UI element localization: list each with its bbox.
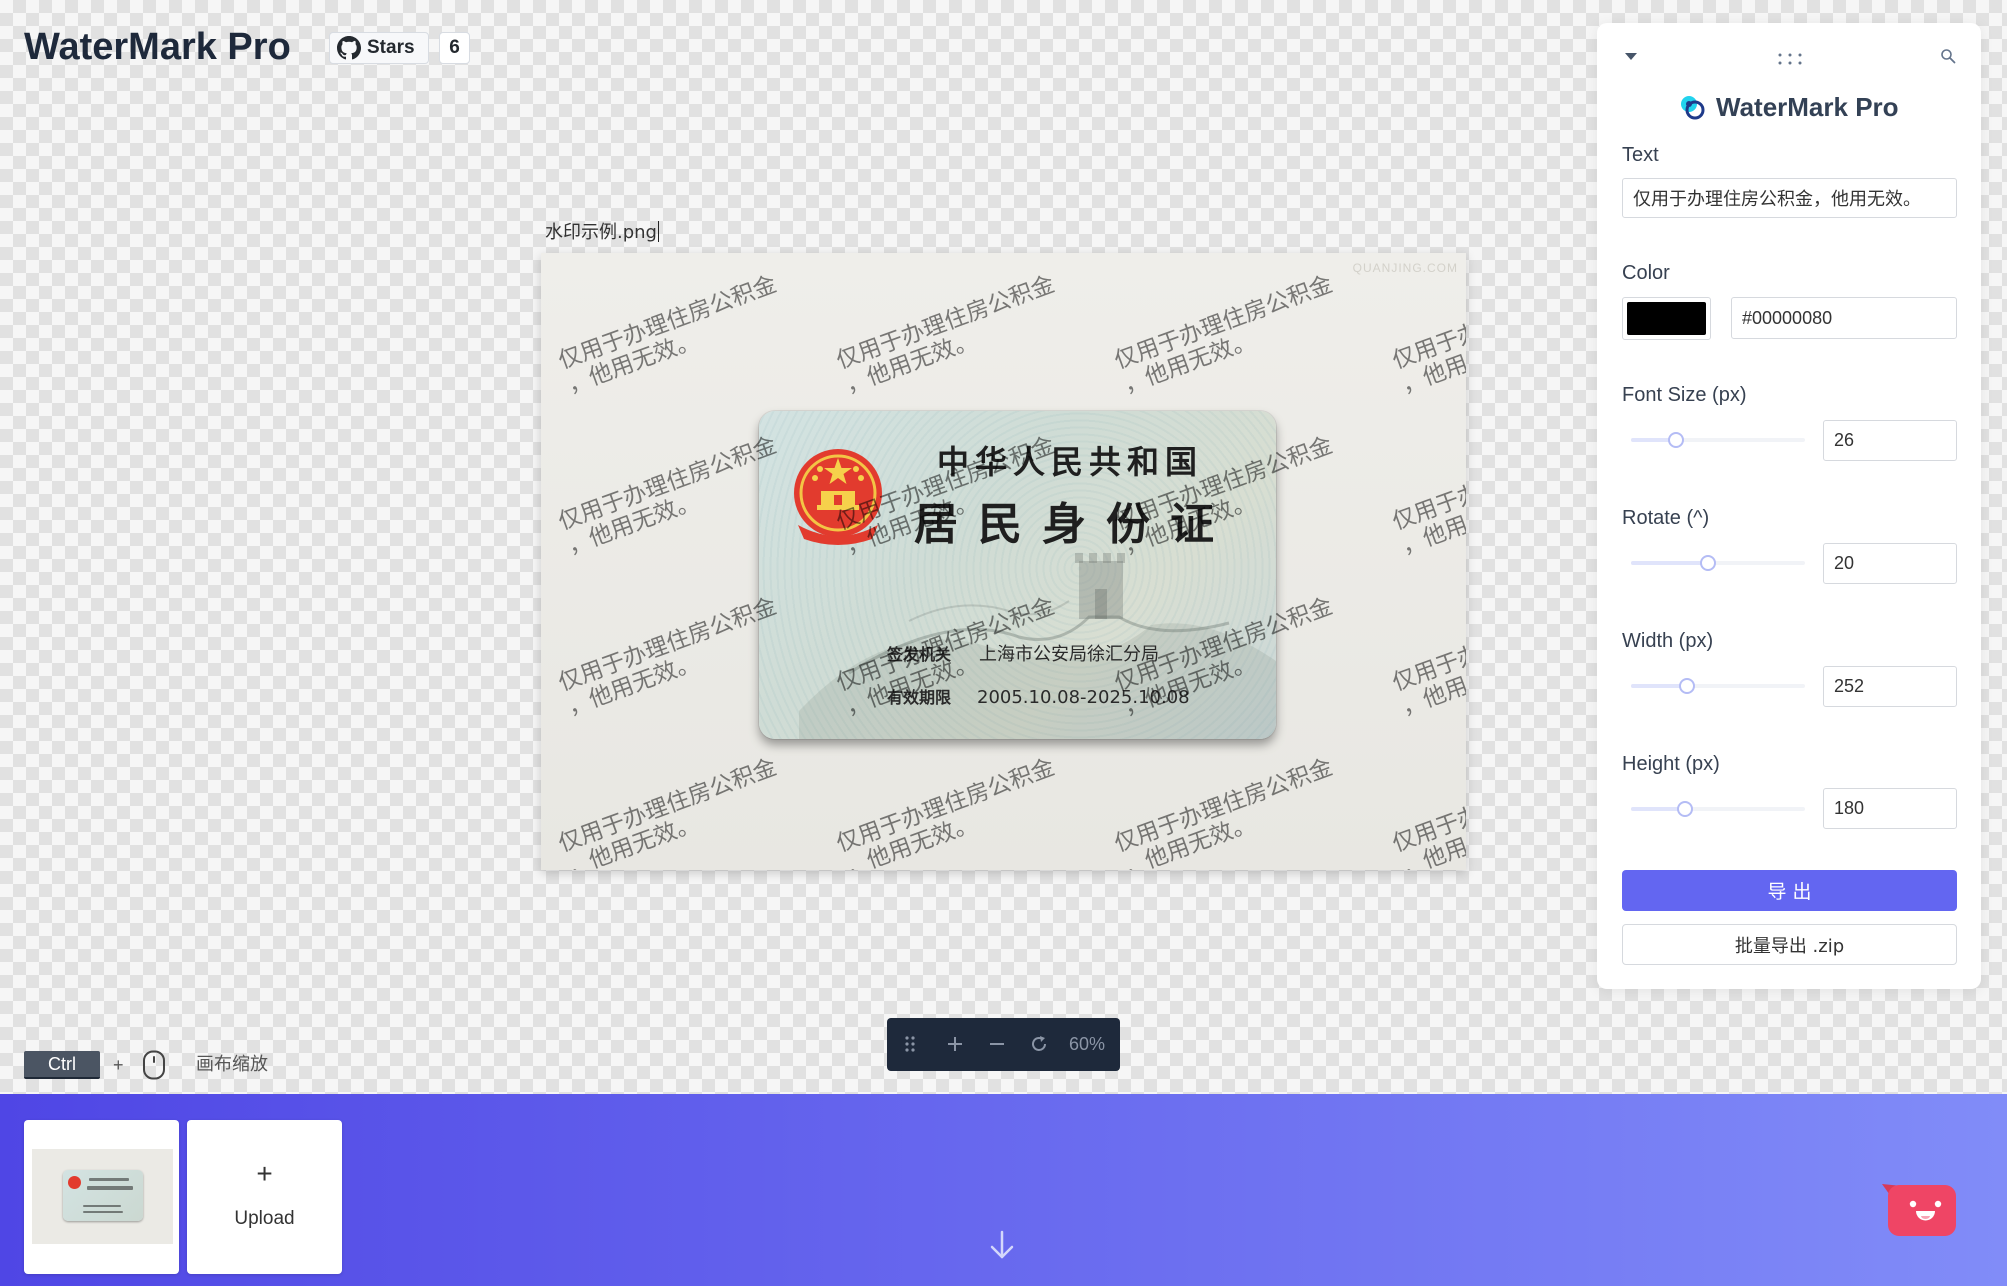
card-issuer: 上海市公安局徐汇分局 bbox=[979, 644, 1159, 665]
hint-plus: + bbox=[113, 1055, 124, 1075]
watermark-tile: 仅用于办理住房公积金，他用无效。 bbox=[833, 754, 1059, 870]
collapse-caret-down-icon[interactable] bbox=[1623, 48, 1639, 64]
text-label: Text bbox=[1622, 144, 1659, 166]
panel-title: WaterMark Pro bbox=[1716, 91, 1899, 122]
zoom-level[interactable]: 60% bbox=[1069, 1033, 1105, 1055]
arrow-down-icon[interactable] bbox=[986, 1229, 1018, 1261]
file-name-input[interactable]: 水印示例.png bbox=[545, 221, 659, 244]
settings-panel: WaterMark Pro Text Color Font Size (px) … bbox=[1597, 23, 1981, 989]
card-title: 居民身份证 bbox=[914, 499, 1234, 550]
zoom-in-plus-icon[interactable] bbox=[945, 1034, 965, 1054]
color-label: Color bbox=[1622, 262, 1670, 284]
color-hex-input[interactable] bbox=[1731, 297, 1957, 339]
watermark-text-input[interactable] bbox=[1622, 178, 1957, 218]
thumbnail-emblem bbox=[68, 1176, 81, 1189]
watermark-tile: 仅用于办理住房公积金，他用无效。 bbox=[1111, 754, 1337, 870]
photo-site-mark: QUANJING.COM bbox=[1352, 261, 1458, 275]
file-name-text: 水印示例.png bbox=[545, 222, 657, 243]
github-stars-badge[interactable]: Stars 6 bbox=[329, 32, 470, 64]
github-stars-button[interactable]: Stars bbox=[329, 32, 429, 64]
width-input[interactable] bbox=[1823, 666, 1957, 707]
id-card: 中华人民共和国 居民身份证 签发机关 上海市公安局徐汇分局 有效期限 2005.… bbox=[759, 411, 1276, 739]
slider-thumb[interactable] bbox=[1668, 432, 1685, 448]
logo-icon bbox=[1681, 96, 1705, 120]
drag-handle-icon[interactable] bbox=[900, 1034, 920, 1054]
rotate-slider[interactable] bbox=[1631, 554, 1805, 572]
slider-thumb[interactable] bbox=[1676, 801, 1693, 817]
image-tray: + Upload bbox=[0, 1094, 2007, 1286]
github-stars-label: Stars bbox=[367, 37, 415, 58]
watermark-tile: 仅用于办理住房公积金，他用无效。 bbox=[555, 271, 781, 399]
search-icon[interactable] bbox=[1940, 48, 1956, 64]
slider-thumb[interactable] bbox=[1678, 678, 1695, 694]
github-icon bbox=[337, 36, 361, 60]
app-title: WaterMark Pro bbox=[24, 26, 291, 68]
thumbnail-id-card bbox=[63, 1170, 143, 1221]
watermark-tile: 仅用于办理住房公积金，他用无效。 bbox=[833, 271, 1059, 399]
image-thumbnail bbox=[32, 1149, 173, 1244]
ctrl-key-hint: Ctrl bbox=[24, 1051, 100, 1079]
zoom-out-minus-icon[interactable] bbox=[987, 1034, 1007, 1054]
watermark-tile: 仅用于办理住房公积金，他用无效。 bbox=[555, 754, 781, 870]
panel-brand: WaterMark Pro bbox=[1678, 91, 1899, 123]
upload-button[interactable]: + Upload bbox=[187, 1120, 342, 1274]
rotate-label: Rotate (^) bbox=[1622, 507, 1710, 529]
width-slider[interactable] bbox=[1631, 677, 1805, 695]
font-size-slider[interactable] bbox=[1631, 431, 1805, 449]
rotate-input[interactable] bbox=[1823, 543, 1957, 584]
slider-fill bbox=[1631, 561, 1708, 565]
mascot-icon[interactable] bbox=[1882, 1180, 1958, 1238]
card-issuer-label: 签发机关 bbox=[887, 645, 952, 664]
height-label: Height (px) bbox=[1622, 753, 1720, 775]
color-swatch-fill bbox=[1627, 302, 1706, 335]
width-label: Width (px) bbox=[1622, 630, 1714, 652]
image-thumbnail-card[interactable] bbox=[24, 1120, 179, 1274]
thumbnail-text-line bbox=[89, 1178, 129, 1181]
watermark-tile: 仅用于办理住房公积金，他用无效。 bbox=[1389, 593, 1466, 721]
watermark-tile: 仅用于办理住房公积金，他用无效。 bbox=[1389, 432, 1466, 560]
national-emblem-icon bbox=[794, 449, 882, 545]
mouse-icon bbox=[143, 1050, 165, 1080]
color-swatch[interactable] bbox=[1622, 297, 1711, 340]
thumbnail-text-line bbox=[83, 1205, 121, 1207]
slider-thumb[interactable] bbox=[1699, 555, 1716, 571]
github-stars-count[interactable]: 6 bbox=[439, 32, 470, 64]
upload-plus-icon: + bbox=[256, 1158, 273, 1189]
thumbnail-text-line bbox=[83, 1211, 123, 1213]
watermark-tile: 仅用于办理住房公积金，他用无效。 bbox=[1111, 271, 1337, 399]
upload-label: Upload bbox=[234, 1208, 295, 1229]
font-size-label: Font Size (px) bbox=[1622, 384, 1747, 406]
text-cursor bbox=[657, 221, 659, 242]
watermarked-image[interactable]: QUANJING.COM 中华人民共和国 居民身份证 签发机关 上海市公安局徐汇… bbox=[541, 253, 1466, 870]
drag-dots-icon[interactable] bbox=[1777, 51, 1803, 67]
zoom-toolbar: 60% bbox=[887, 1018, 1120, 1071]
font-size-input[interactable] bbox=[1823, 420, 1957, 461]
batch-export-zip-button[interactable]: 批量导出 .zip bbox=[1622, 924, 1957, 965]
thumbnail-text-line bbox=[87, 1186, 133, 1190]
card-validity-label: 有效期限 bbox=[887, 688, 952, 707]
watermark-tile: 仅用于办理住房公积金，他用无效。 bbox=[1389, 754, 1466, 870]
export-button[interactable]: 导 出 bbox=[1622, 870, 1957, 911]
card-validity: 2005.10.08-2025.10.08 bbox=[977, 687, 1190, 708]
reset-rotate-icon[interactable] bbox=[1029, 1034, 1049, 1054]
watermark-tile: 仅用于办理住房公积金，他用无效。 bbox=[1389, 271, 1466, 399]
height-slider[interactable] bbox=[1631, 800, 1805, 818]
height-input[interactable] bbox=[1823, 788, 1957, 829]
zoom-hint-text: 画布缩放 bbox=[196, 1054, 268, 1075]
card-country: 中华人民共和国 bbox=[937, 443, 1204, 481]
